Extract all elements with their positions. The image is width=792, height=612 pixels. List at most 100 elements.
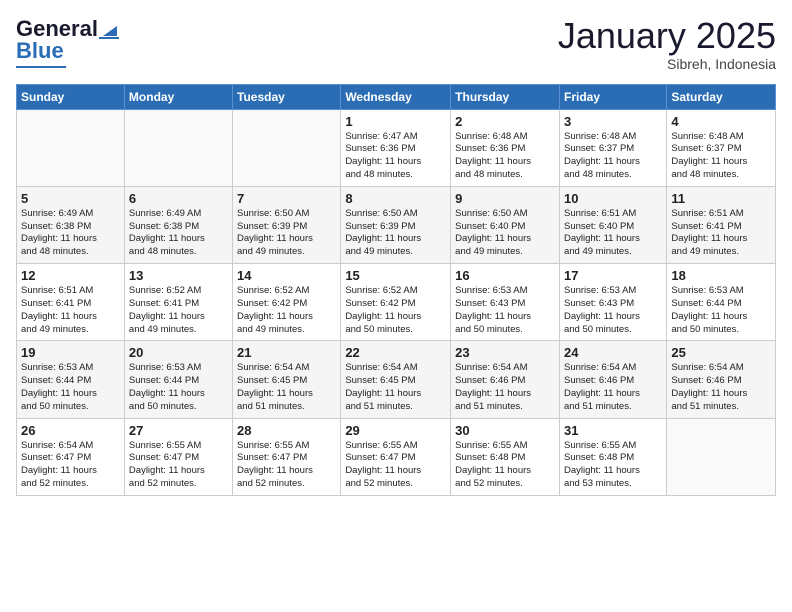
week-row-4: 19 Sunrise: 6:53 AM Sunset: 6:44 PM Dayligh… <box>17 341 776 418</box>
day-number: 21 <box>237 345 336 360</box>
day-info-text: and 51 minutes. <box>564 401 662 414</box>
day-info-text: Sunset: 6:45 PM <box>345 375 446 388</box>
day-number: 26 <box>21 423 120 438</box>
day-info-text: and 52 minutes. <box>129 478 228 491</box>
day-number: 8 <box>345 191 446 206</box>
day-info-text: Sunset: 6:36 PM <box>345 143 446 156</box>
day-info-text: and 50 minutes. <box>21 401 120 414</box>
day-cell <box>17 109 125 186</box>
day-info-text: Daylight: 11 hours <box>671 156 771 169</box>
day-info-text: and 48 minutes. <box>564 169 662 182</box>
day-cell: 17Sunrise: 6:53 AMSunset: 6:43 PMDayligh… <box>559 264 666 341</box>
day-info-text: Sunrise: 6:51 AM <box>564 208 662 221</box>
day-info-text: and 49 minutes. <box>237 324 336 337</box>
day-number: 3 <box>564 114 662 129</box>
day-number: 17 <box>564 268 662 283</box>
day-number: 29 <box>345 423 446 438</box>
day-cell: 5Sunrise: 6:49 AMSunset: 6:38 PMDaylight… <box>17 186 125 263</box>
day-number: 14 <box>237 268 336 283</box>
day-info-text: Sunrise: 6:53 AM <box>564 285 662 298</box>
day-info-text: Sunrise: 6:50 AM <box>237 208 336 221</box>
day-cell: 16Sunrise: 6:53 AMSunset: 6:43 PMDayligh… <box>451 264 560 341</box>
day-info-text: Sunset: 6:46 PM <box>564 375 662 388</box>
day-info-text: Sunset: 6:44 PM <box>129 375 228 388</box>
day-info-text: and 50 minutes. <box>129 401 228 414</box>
day-info-text: Sunset: 6:42 PM <box>345 298 446 311</box>
day-info-text: and 51 minutes. <box>345 401 446 414</box>
day-info-text: Sunrise: 6:51 AM <box>21 285 120 298</box>
day-info-text: Daylight: 11 hours <box>455 233 555 246</box>
location-subtitle: Sibreh, Indonesia <box>558 56 776 72</box>
day-info-text: Sunset: 6:42 PM <box>237 298 336 311</box>
day-info-text: Daylight: 11 hours <box>21 233 120 246</box>
day-number: 1 <box>345 114 446 129</box>
day-cell: 20Sunrise: 6:53 AMSunset: 6:44 PMDayligh… <box>124 341 232 418</box>
day-cell: 11Sunrise: 6:51 AMSunset: 6:41 PMDayligh… <box>667 186 776 263</box>
day-cell: 26Sunrise: 6:54 AMSunset: 6:47 PMDayligh… <box>17 418 125 495</box>
day-info-text: Daylight: 11 hours <box>21 465 120 478</box>
day-info-text: Sunset: 6:47 PM <box>21 452 120 465</box>
day-info-text: Sunset: 6:39 PM <box>237 221 336 234</box>
day-info-text: and 51 minutes. <box>455 401 555 414</box>
day-info-text: Sunrise: 6:53 AM <box>671 285 771 298</box>
day-cell: 4Sunrise: 6:48 AMSunset: 6:37 PMDaylight… <box>667 109 776 186</box>
day-number: 12 <box>21 268 120 283</box>
day-info-text: Daylight: 11 hours <box>129 311 228 324</box>
day-info-text: Daylight: 11 hours <box>455 388 555 401</box>
day-number: 30 <box>455 423 555 438</box>
day-number: 24 <box>564 345 662 360</box>
day-info-text: Sunset: 6:38 PM <box>129 221 228 234</box>
day-number: 20 <box>129 345 228 360</box>
day-info-text: Sunset: 6:44 PM <box>671 298 771 311</box>
day-info-text: Daylight: 11 hours <box>237 465 336 478</box>
day-info-text: Sunrise: 6:52 AM <box>129 285 228 298</box>
day-cell: 7Sunrise: 6:50 AMSunset: 6:39 PMDaylight… <box>233 186 341 263</box>
day-info-text: Sunrise: 6:54 AM <box>671 362 771 375</box>
day-info-text: and 52 minutes. <box>237 478 336 491</box>
day-info-text: Sunrise: 6:48 AM <box>671 131 771 144</box>
day-info-text: Daylight: 11 hours <box>455 311 555 324</box>
day-info-text: Sunset: 6:41 PM <box>129 298 228 311</box>
day-info-text: Sunrise: 6:50 AM <box>455 208 555 221</box>
day-number: 2 <box>455 114 555 129</box>
logo-underline <box>16 66 66 68</box>
week-row-1: 1Sunrise: 6:47 AMSunset: 6:36 PMDaylight… <box>17 109 776 186</box>
day-cell: 18Sunrise: 6:53 AMSunset: 6:44 PMDayligh… <box>667 264 776 341</box>
day-info-text: Sunset: 6:48 PM <box>455 452 555 465</box>
day-number: 23 <box>455 345 555 360</box>
day-info-text: Sunrise: 6:53 AM <box>21 362 120 375</box>
day-cell: 13Sunrise: 6:52 AMSunset: 6:41 PMDayligh… <box>124 264 232 341</box>
day-info-text: Sunrise: 6:54 AM <box>345 362 446 375</box>
day-number: 16 <box>455 268 555 283</box>
day-info-text: Daylight: 11 hours <box>21 311 120 324</box>
day-info-text: Daylight: 11 hours <box>671 233 771 246</box>
day-info-text: Daylight: 11 hours <box>455 465 555 478</box>
day-info-text: Sunset: 6:47 PM <box>345 452 446 465</box>
day-info-text: Daylight: 11 hours <box>345 465 446 478</box>
day-info-text: Sunrise: 6:54 AM <box>564 362 662 375</box>
header-day-tuesday: Tuesday <box>233 84 341 109</box>
logo-triangle-icon <box>99 18 121 40</box>
day-number: 25 <box>671 345 771 360</box>
day-cell: 30Sunrise: 6:55 AMSunset: 6:48 PMDayligh… <box>451 418 560 495</box>
day-info-text: Sunset: 6:41 PM <box>671 221 771 234</box>
day-number: 19 <box>21 345 120 360</box>
day-info-text: Sunrise: 6:49 AM <box>21 208 120 221</box>
day-cell: 8Sunrise: 6:50 AMSunset: 6:39 PMDaylight… <box>341 186 451 263</box>
day-number: 6 <box>129 191 228 206</box>
day-info-text: Sunset: 6:48 PM <box>564 452 662 465</box>
title-block: January 2025 Sibreh, Indonesia <box>558 16 776 72</box>
day-info-text: Sunrise: 6:49 AM <box>129 208 228 221</box>
day-number: 10 <box>564 191 662 206</box>
day-info-text: Daylight: 11 hours <box>455 156 555 169</box>
day-info-text: and 48 minutes. <box>671 169 771 182</box>
day-info-text: and 49 minutes. <box>564 246 662 259</box>
header-row: SundayMondayTuesdayWednesdayThursdayFrid… <box>17 84 776 109</box>
day-cell: 3Sunrise: 6:48 AMSunset: 6:37 PMDaylight… <box>559 109 666 186</box>
day-info-text: and 48 minutes. <box>21 246 120 259</box>
day-info-text: and 48 minutes. <box>345 169 446 182</box>
day-cell: 19Sunrise: 6:53 AMSunset: 6:44 PMDayligh… <box>17 341 125 418</box>
day-info-text: Sunrise: 6:48 AM <box>455 131 555 144</box>
day-number: 22 <box>345 345 446 360</box>
day-cell: 31Sunrise: 6:55 AMSunset: 6:48 PMDayligh… <box>559 418 666 495</box>
